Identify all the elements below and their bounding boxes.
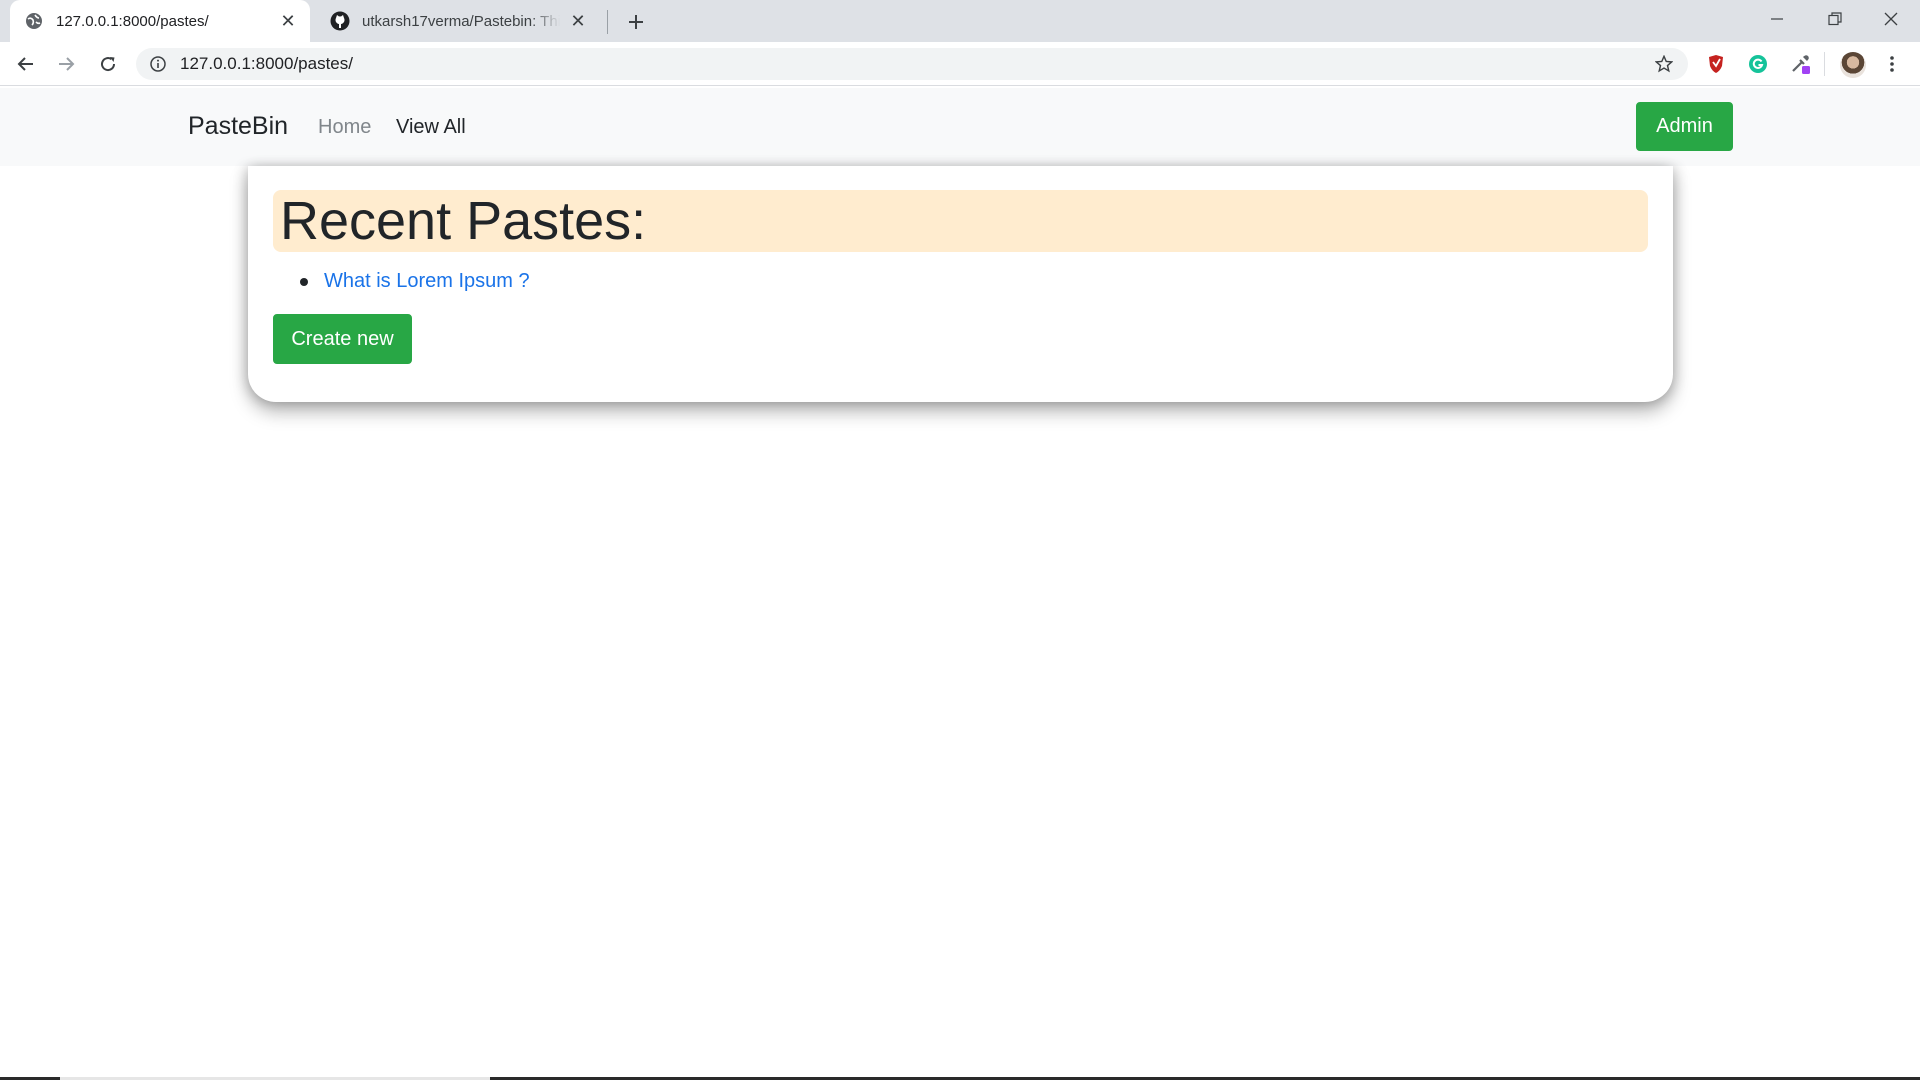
back-arrow-icon[interactable] <box>10 48 42 80</box>
page-title: Recent Pastes: <box>280 191 647 251</box>
create-new-button[interactable]: Create new <box>273 314 412 364</box>
restore-icon[interactable] <box>1806 0 1864 38</box>
address-bar[interactable]: 127.0.0.1:8000/pastes/ <box>136 48 1688 80</box>
eyedropper-extension-icon[interactable] <box>1788 52 1812 76</box>
tab-title: 127.0.0.1:8000/pastes/ <box>56 12 209 30</box>
nav-link-home[interactable]: Home <box>318 116 371 139</box>
globe-icon <box>24 11 44 31</box>
site-navbar: PasteBin Home View All Admin <box>0 88 1920 166</box>
tab-github[interactable]: utkarsh17verma/Pastebin: This is ✕ <box>316 0 600 42</box>
forward-arrow-icon[interactable] <box>50 48 82 80</box>
tab-divider <box>607 10 608 34</box>
brand-link[interactable]: PasteBin <box>188 112 288 141</box>
close-window-icon[interactable] <box>1862 0 1920 38</box>
bookmark-star-icon[interactable] <box>1652 52 1676 76</box>
reload-icon[interactable] <box>92 48 124 80</box>
paste-list: What is Lorem Ipsum ? <box>300 266 530 296</box>
browser-toolbar: 127.0.0.1:8000/pastes/ <box>0 42 1920 86</box>
url-text: 127.0.0.1:8000/pastes/ <box>180 54 353 73</box>
more-menu-icon[interactable] <box>1880 52 1904 76</box>
profile-avatar[interactable] <box>1840 52 1866 78</box>
list-item: What is Lorem Ipsum ? <box>300 266 530 296</box>
close-tab-icon[interactable]: ✕ <box>568 11 588 31</box>
shield-extension-icon[interactable] <box>1704 52 1728 76</box>
tab-title: utkarsh17verma/Pastebin: This is <box>362 12 560 30</box>
grammarly-icon[interactable] <box>1746 52 1770 76</box>
github-icon <box>330 11 350 31</box>
nav-link-view-all[interactable]: View All <box>396 116 466 139</box>
info-icon[interactable] <box>148 54 168 74</box>
recent-pastes-card: Recent Pastes: What is Lorem Ipsum ? Cre… <box>248 166 1673 402</box>
tab-strip: 127.0.0.1:8000/pastes/ ✕ utkarsh17verma/… <box>0 0 1920 42</box>
admin-button[interactable]: Admin <box>1636 102 1733 151</box>
close-tab-icon[interactable]: ✕ <box>278 11 298 31</box>
new-tab-icon[interactable] <box>622 8 650 36</box>
paste-link[interactable]: What is Lorem Ipsum ? <box>324 270 530 292</box>
toolbar-divider <box>1824 52 1825 76</box>
tab-pastes[interactable]: 127.0.0.1:8000/pastes/ ✕ <box>10 0 310 42</box>
minimize-icon[interactable] <box>1748 0 1806 38</box>
